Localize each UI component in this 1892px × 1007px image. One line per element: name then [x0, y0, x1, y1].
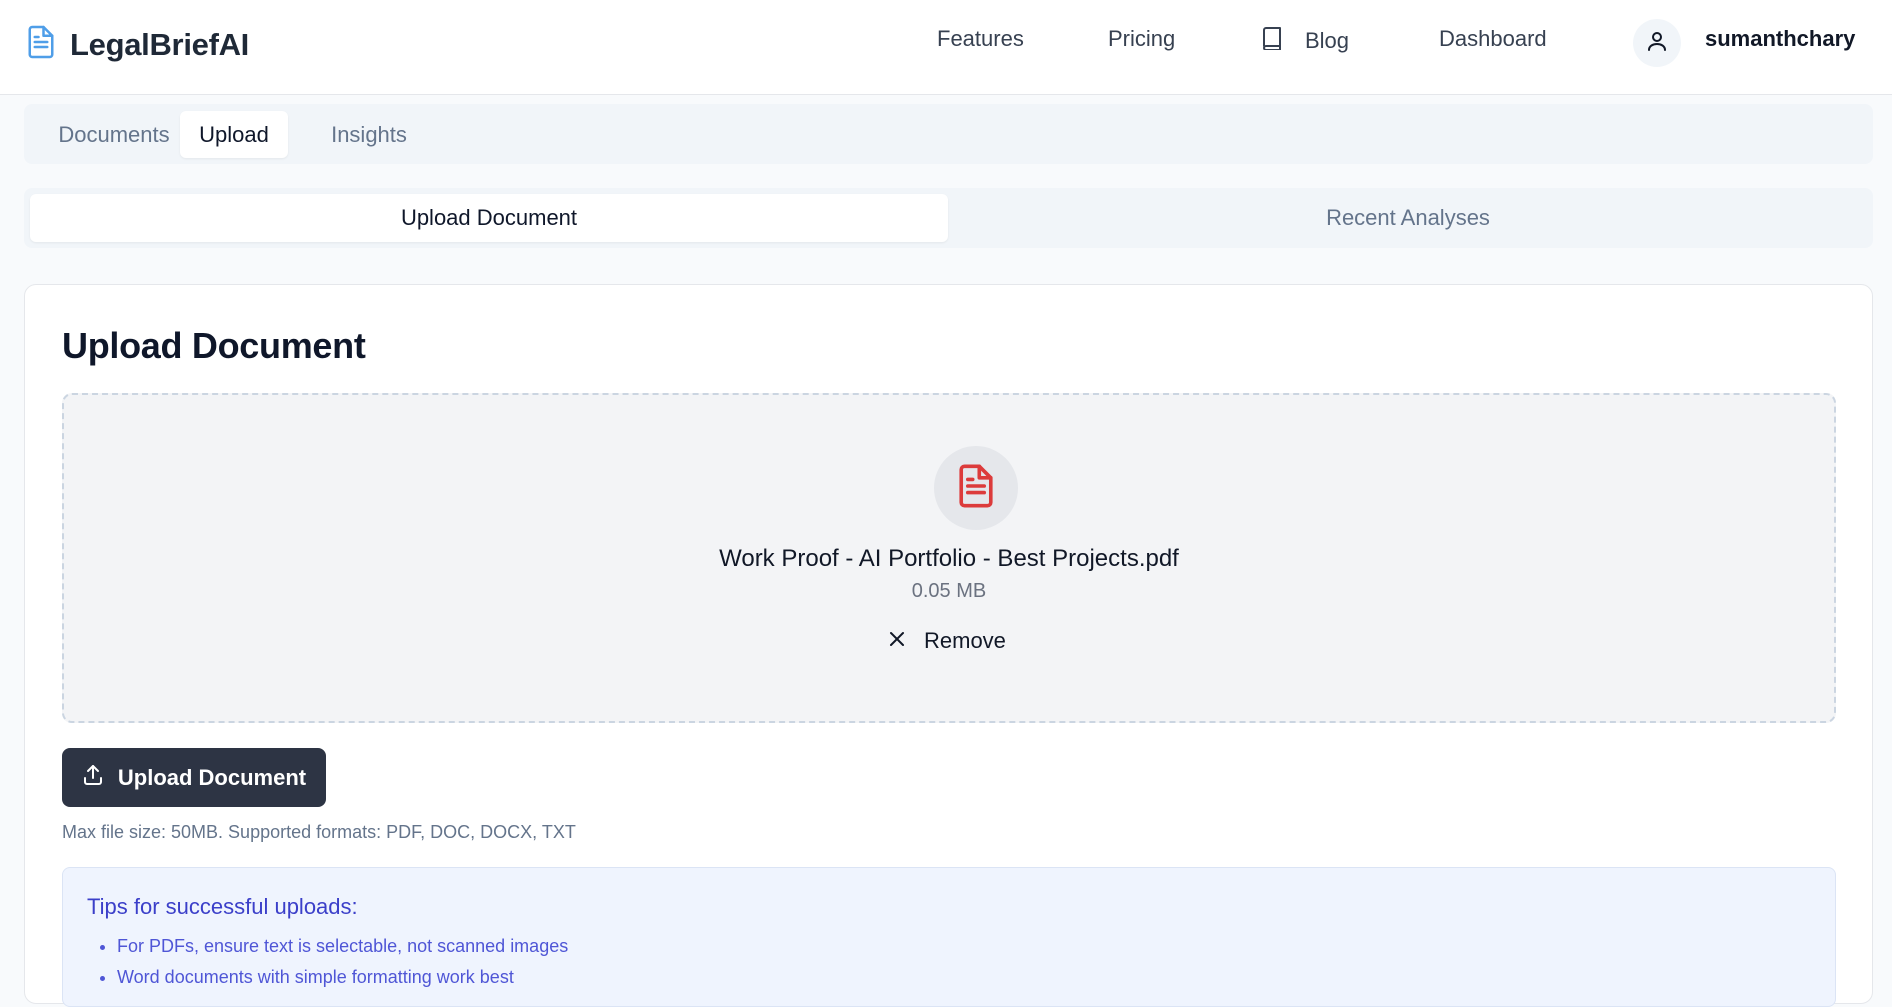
- book-icon: [1261, 26, 1283, 55]
- upload-tips: Tips for successful uploads: For PDFs, e…: [62, 867, 1836, 1007]
- pdf-file-icon: [956, 463, 996, 514]
- upload-hint: Max file size: 50MB. Supported formats: …: [62, 822, 576, 842]
- tab-upload[interactable]: Upload: [180, 111, 288, 158]
- brand-logo[interactable]: LegalBriefAI: [26, 24, 249, 65]
- file-icon-circle: [934, 446, 1018, 530]
- tab-insights[interactable]: Insights: [302, 111, 436, 158]
- username[interactable]: sumanthchary: [1705, 26, 1855, 52]
- main-tabs: Documents Upload Insights: [24, 104, 1873, 164]
- sub-tabs: Upload Document Recent Analyses: [24, 188, 1873, 248]
- document-icon: [26, 24, 56, 65]
- subtab-recent-analyses[interactable]: Recent Analyses: [949, 194, 1867, 242]
- nav-blog-label: Blog: [1305, 27, 1350, 53]
- top-navbar: LegalBriefAI Features Pricing Blog Dashb…: [0, 0, 1892, 95]
- nav-blog[interactable]: Blog: [1261, 26, 1349, 55]
- file-dropzone[interactable]: Work Proof - AI Portfolio - Best Project…: [62, 393, 1836, 723]
- nav-dashboard[interactable]: Dashboard: [1439, 26, 1547, 52]
- upload-card: Upload Document Work Proof - AI Portfoli…: [24, 284, 1873, 1007]
- file-size: 0.05 MB: [911, 580, 987, 602]
- tab-documents[interactable]: Documents: [31, 111, 197, 158]
- user-icon: [1646, 30, 1668, 57]
- file-name: Work Proof - AI Portfolio - Best Project…: [719, 545, 1179, 572]
- upload-title: Upload Document: [62, 325, 366, 366]
- tips-title: Tips for successful uploads:: [87, 894, 358, 919]
- user-avatar[interactable]: [1633, 19, 1681, 67]
- close-icon: [888, 628, 906, 654]
- tips-list: For PDFs, ensure text is selectable, not…: [93, 936, 568, 998]
- remove-file-button[interactable]: Remove: [888, 623, 1006, 659]
- nav-features[interactable]: Features: [937, 26, 1024, 52]
- subtab-upload-document[interactable]: Upload Document: [30, 194, 948, 242]
- tip-item: Word documents with simple formatting wo…: [117, 967, 568, 988]
- brand-name: LegalBriefAI: [70, 26, 249, 62]
- upload-button-label: Upload Document: [117, 764, 307, 790]
- nav-pricing[interactable]: Pricing: [1108, 26, 1175, 52]
- upload-icon: [82, 764, 104, 792]
- upload-document-button[interactable]: Upload Document: [62, 748, 326, 807]
- tip-item: For PDFs, ensure text is selectable, not…: [117, 936, 568, 957]
- remove-label: Remove: [924, 628, 1006, 653]
